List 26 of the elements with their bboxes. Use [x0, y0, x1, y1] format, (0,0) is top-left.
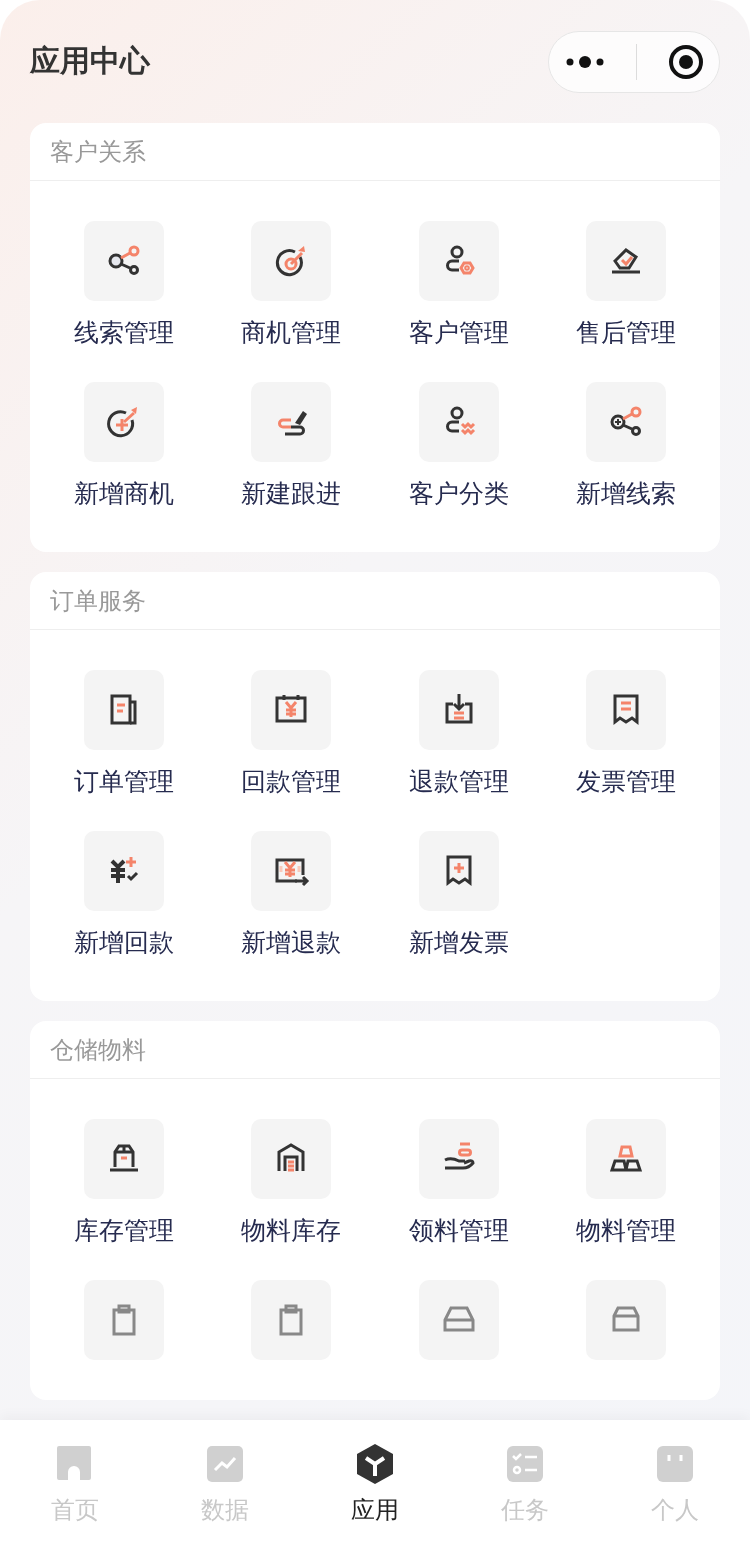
app-shortcut[interactable]: 新增商机 [40, 382, 208, 512]
app-shortcut[interactable]: 新增线索 [542, 382, 710, 512]
page-title: 应用中心 [30, 42, 150, 80]
more-icon[interactable] [564, 53, 605, 70]
app-shortcut[interactable]: 新增发票 [375, 831, 543, 961]
app-shortcut[interactable]: 新建跟进 [207, 382, 375, 512]
app-shortcut[interactable]: 订单管理 [40, 670, 208, 800]
app-shortcut[interactable]: 售后管理 [542, 221, 710, 351]
app-shortcut[interactable]: 物料管理 [542, 1119, 710, 1249]
app-shortcut[interactable]: 退款管理 [375, 670, 543, 800]
app-shortcut[interactable]: 新增回款 [40, 831, 208, 961]
app-shortcut[interactable]: 领料管理 [375, 1119, 543, 1249]
section-title: 客户关系 [50, 136, 146, 168]
app-shortcut[interactable]: 库存管理 [40, 1119, 208, 1249]
close-target-icon[interactable] [667, 43, 704, 80]
app-shortcut[interactable]: 线索管理 [40, 221, 208, 351]
app-shortcut[interactable]: 商机管理 [207, 221, 375, 351]
app-shortcut[interactable]: 客户分类 [375, 382, 543, 512]
app-shortcut[interactable]: 发票管理 [542, 670, 710, 800]
app-shortcut[interactable]: 物料库存 [207, 1119, 375, 1249]
app-shortcut[interactable]: 新增退款 [207, 831, 375, 961]
app-shortcut[interactable]: 客户管理 [375, 221, 543, 351]
section-title: 仓储物料 [50, 1034, 146, 1066]
tab-item[interactable]: 应用 [300, 1420, 450, 1548]
section-title: 订单服务 [50, 585, 146, 617]
app-shortcut[interactable]: 回款管理 [207, 670, 375, 800]
